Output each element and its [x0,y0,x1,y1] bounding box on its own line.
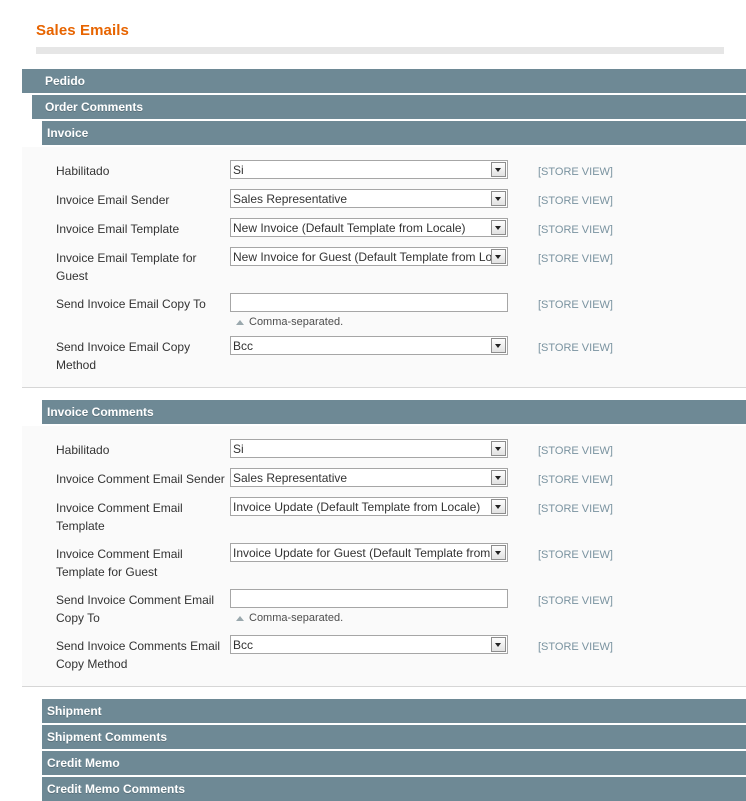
triangle-icon [236,616,244,621]
field-label: Invoice Comment Email Sender [22,468,230,488]
hint-text: Comma-separated. [249,612,343,624]
field-label: Send Invoice Comment Email Copy To [22,589,230,627]
section-header-shipment-comments[interactable]: Shipment Comments [22,725,746,749]
field-row: Invoice Email Template New Invoice (Defa… [22,214,746,243]
select-wrapper: Si [230,160,508,179]
select-invoice-enabled[interactable]: Si [230,160,508,179]
field-control: Si [230,439,512,458]
scope-label: [STORE VIEW] [512,160,613,181]
sales-emails-page: Sales Emails Pedido Order Comments Invoi… [0,0,746,801]
field-row: Invoice Comment Email Template for Guest… [22,539,746,585]
section-header-credit-memo-comments[interactable]: Credit Memo Comments [22,777,746,801]
field-label: Invoice Email Template [22,218,230,238]
select-invoice-comment-email-template-guest[interactable]: Invoice Update for Guest (Default Templa… [230,543,508,562]
select-invoice-comment-email-template[interactable]: Invoice Update (Default Template from Lo… [230,497,508,516]
field-row: Invoice Comment Email Template Invoice U… [22,493,746,539]
scope-label: [STORE VIEW] [512,543,613,564]
select-invoice-email-template[interactable]: New Invoice (Default Template from Local… [230,218,508,237]
section-label-pedido: Pedido [22,74,746,88]
hint-text: Comma-separated. [249,316,343,328]
select-invoice-email-template-guest[interactable]: New Invoice for Guest (Default Template … [230,247,508,266]
select-invoice-comments-email-copy-method[interactable]: Bcc [230,635,508,654]
select-wrapper: New Invoice (Default Template from Local… [230,218,508,237]
section-header-pedido[interactable]: Pedido [22,69,746,93]
scope-label: [STORE VIEW] [512,635,613,656]
select-wrapper: New Invoice for Guest (Default Template … [230,247,508,266]
section-label-shipment: Shipment [22,704,746,718]
field-row: Invoice Comment Email Sender Sales Repre… [22,464,746,493]
field-label: Habilitado [22,160,230,180]
scope-label: [STORE VIEW] [512,497,613,518]
field-label: Send Invoice Comments Email Copy Method [22,635,230,673]
field-control: Si [230,160,512,179]
scope-label: [STORE VIEW] [512,218,613,239]
section-header-invoice[interactable]: Invoice [22,121,746,145]
scope-label: [STORE VIEW] [512,439,613,460]
field-control: New Invoice for Guest (Default Template … [230,247,512,266]
field-label: Invoice Email Template for Guest [22,247,230,285]
scope-label: [STORE VIEW] [512,247,613,268]
field-control: Invoice Update (Default Template from Lo… [230,497,512,516]
field-label: Send Invoice Email Copy To [22,293,230,313]
page-title: Sales Emails [0,0,746,47]
field-row: Habilitado Si [STORE VIEW] [22,156,746,185]
title-spacer [0,54,746,69]
field-hint: Comma-separated. [230,312,512,328]
field-control: Sales Representative [230,468,512,487]
section-label-credit-memo: Credit Memo [22,756,746,770]
section-header-invoice-comments[interactable]: Invoice Comments [22,400,746,424]
select-wrapper: Si [230,439,508,458]
field-control: Invoice Update for Guest (Default Templa… [230,543,512,562]
select-invoice-email-sender[interactable]: Sales Representative [230,189,508,208]
field-row: Send Invoice Email Copy Method Bcc [STOR… [22,332,746,378]
triangle-icon [236,320,244,325]
section-label-invoice: Invoice [22,126,746,140]
section-body-invoice: Habilitado Si [STORE VIEW] Invoice Email… [22,147,746,388]
field-label: Habilitado [22,439,230,459]
select-wrapper: Invoice Update (Default Template from Lo… [230,497,508,516]
field-row: Invoice Email Template for Guest New Inv… [22,243,746,289]
section-label-shipment-comments: Shipment Comments [22,730,746,744]
section-header-order-comments[interactable]: Order Comments [22,95,746,119]
input-invoice-comment-email-copy-to[interactable] [230,589,508,608]
section-label-order-comments: Order Comments [22,100,746,114]
input-invoice-email-copy-to[interactable] [230,293,508,312]
field-control: Comma-separated. [230,293,512,328]
select-invoice-email-copy-method[interactable]: Bcc [230,336,508,355]
section-header-credit-memo[interactable]: Credit Memo [22,751,746,775]
select-invoice-comment-email-sender[interactable]: Sales Representative [230,468,508,487]
section-label-invoice-comments: Invoice Comments [22,405,746,419]
select-wrapper: Bcc [230,635,508,654]
section-body-invoice-comments: Habilitado Si [STORE VIEW] Invoice Comme… [22,426,746,687]
field-control: New Invoice (Default Template from Local… [230,218,512,237]
field-row: Send Invoice Comment Email Copy To Comma… [22,585,746,631]
field-control: Comma-separated. [230,589,512,624]
select-wrapper: Invoice Update for Guest (Default Templa… [230,543,508,562]
field-row: Habilitado Si [STORE VIEW] [22,435,746,464]
field-hint: Comma-separated. [230,608,512,624]
field-label: Invoice Comment Email Template for Guest [22,543,230,581]
scope-label: [STORE VIEW] [512,189,613,210]
field-row: Invoice Email Sender Sales Representativ… [22,185,746,214]
select-wrapper: Bcc [230,336,508,355]
scope-label: [STORE VIEW] [512,293,613,314]
title-divider [36,47,724,54]
field-control: Bcc [230,336,512,355]
section-header-shipment[interactable]: Shipment [22,699,746,723]
field-label: Invoice Comment Email Template [22,497,230,535]
field-label: Invoice Email Sender [22,189,230,209]
select-wrapper: Sales Representative [230,468,508,487]
section-label-credit-memo-comments: Credit Memo Comments [22,782,746,796]
scope-label: [STORE VIEW] [512,468,613,489]
select-wrapper: Sales Representative [230,189,508,208]
field-control: Sales Representative [230,189,512,208]
scope-label: [STORE VIEW] [512,589,613,610]
field-control: Bcc [230,635,512,654]
scope-label: [STORE VIEW] [512,336,613,357]
field-label: Send Invoice Email Copy Method [22,336,230,374]
field-row: Send Invoice Email Copy To Comma-separat… [22,289,746,332]
field-row: Send Invoice Comments Email Copy Method … [22,631,746,677]
select-invoice-comment-enabled[interactable]: Si [230,439,508,458]
